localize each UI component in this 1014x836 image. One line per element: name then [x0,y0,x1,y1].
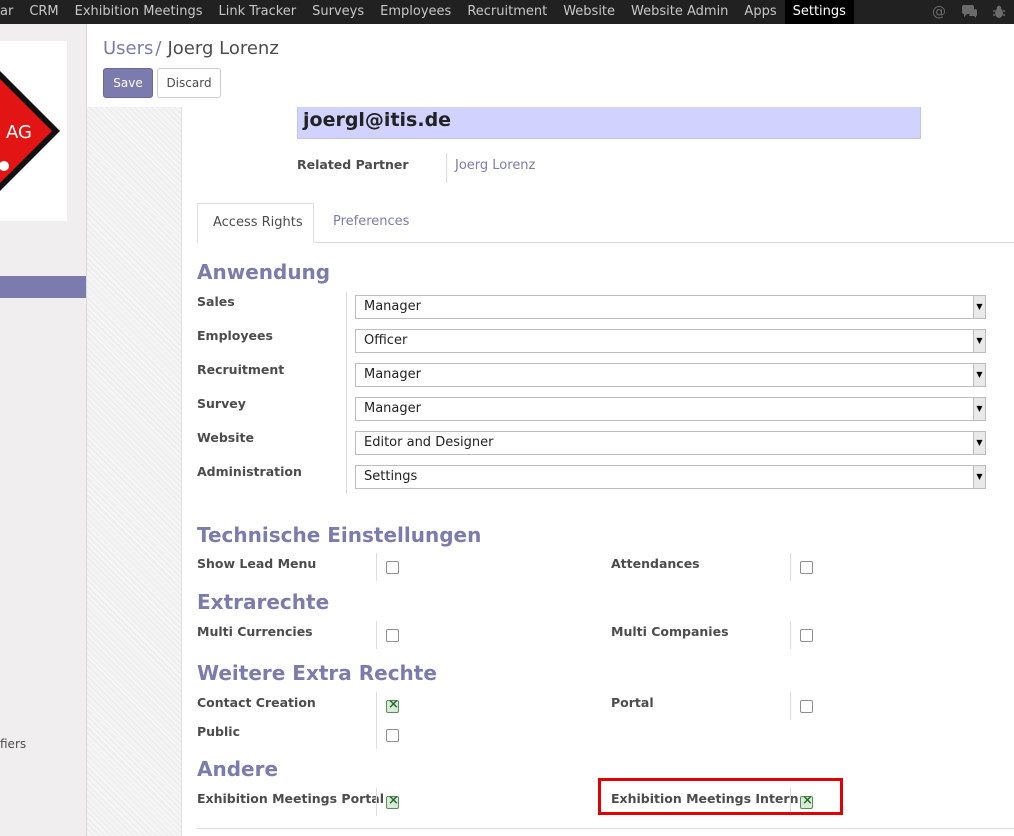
menu-item-employees[interactable]: Employees [372,0,459,24]
menu-item-exhibition-meetings[interactable]: Exhibition Meetings [67,0,211,24]
at-icon[interactable]: @ [924,0,954,24]
portal-checkbox[interactable] [800,700,813,713]
main-menu: ar CRM Exhibition Meetings Link Tracker … [0,0,854,24]
field-label-contact-creation: Contact Creation [197,695,316,710]
field-separator [376,788,377,816]
field-separator [446,153,447,183]
dropdown-arrow-icon: ▼ [973,364,985,386]
field-label-public: Public [197,724,240,739]
field-label-employees: Employees [197,328,273,343]
multi-companies-checkbox[interactable] [800,629,813,642]
related-partner-label: Related Partner [297,157,409,172]
top-navbar: ar CRM Exhibition Meetings Link Tracker … [0,0,1014,24]
administration-select-value: Settings [364,469,418,484]
breadcrumb-separator: / [155,38,162,59]
menu-item-website-admin[interactable]: Website Admin [623,0,736,24]
field-separator [376,621,377,649]
menu-item-surveys[interactable]: Surveys [304,0,372,24]
recruitment-select-value: Manager [364,367,421,382]
field-label-portal: Portal [611,695,654,710]
employees-select[interactable]: Officer ▼ [355,329,986,353]
show-lead-menu-checkbox[interactable] [386,561,399,574]
field-label-administration: Administration [197,464,302,479]
field-separator [376,553,377,581]
breadcrumb-users-link[interactable]: Users [103,38,153,59]
field-separator [790,553,791,581]
public-checkbox[interactable] [386,729,399,742]
field-label-survey: Survey [197,396,246,411]
dropdown-arrow-icon: ▼ [973,398,985,420]
field-separator [346,292,347,494]
breadcrumb-current: Joerg Lorenz [167,38,279,59]
website-select[interactable]: Editor and Designer ▼ [355,431,986,455]
discard-button[interactable]: Discard [157,68,221,98]
email-field[interactable]: joergl@itis.de [297,107,921,139]
group-heading-extrarechte: Extrarechte [197,590,330,614]
section-divider [197,828,1014,829]
menu-item-crm[interactable]: CRM [21,0,66,24]
sidebar-item-active[interactable] [0,276,86,298]
recruitment-select[interactable]: Manager ▼ [355,363,986,387]
field-label-exhibition-meetings-portal: Exhibition Meetings Portal [197,791,385,806]
group-heading-anwendung: Anwendung [197,260,331,284]
group-heading-andere: Andere [197,757,279,781]
menu-item-partial[interactable]: ar [0,0,21,24]
sales-select[interactable]: Manager ▼ [355,295,986,319]
dropdown-arrow-icon: ▼ [973,432,985,454]
menu-item-settings[interactable]: Settings [784,0,854,24]
employees-select-value: Officer [364,333,408,348]
bug-icon[interactable] [984,0,1014,24]
related-partner-link[interactable]: Joerg Lorenz [455,158,535,173]
survey-select[interactable]: Manager ▼ [355,397,986,421]
administration-select[interactable]: Settings ▼ [355,465,986,489]
menu-item-apps[interactable]: Apps [736,0,784,24]
annotation-highlight-box [598,778,843,815]
logo-text: AG [6,122,32,143]
field-label-multi-companies: Multi Companies [611,624,729,639]
field-separator [790,692,791,720]
field-label-multi-currencies: Multi Currencies [197,624,313,639]
sales-select-value: Manager [364,299,421,314]
sidebar-item-partial-text[interactable]: fiers [0,737,26,751]
field-separator [376,692,377,749]
survey-select-value: Manager [364,401,421,416]
dropdown-arrow-icon: ▼ [973,330,985,352]
tab-access-rights[interactable]: Access Rights [197,203,314,243]
field-label-attendances: Attendances [611,556,700,571]
chat-icon[interactable] [954,0,984,24]
field-label-sales: Sales [197,294,235,309]
save-button[interactable]: Save [103,68,153,98]
field-separator [790,621,791,649]
tab-preferences[interactable]: Preferences [318,203,424,243]
menu-item-recruitment[interactable]: Recruitment [459,0,555,24]
left-sidebar: AG fiers [0,24,87,836]
company-logo: AG [0,41,67,221]
group-heading-weitere-extra-rechte: Weitere Extra Rechte [197,661,437,685]
dropdown-arrow-icon: ▼ [973,296,985,318]
field-label-recruitment: Recruitment [197,362,285,377]
menu-item-website[interactable]: Website [555,0,623,24]
multi-currencies-checkbox[interactable] [386,629,399,642]
field-label-show-lead-menu: Show Lead Menu [197,556,317,571]
website-select-value: Editor and Designer [364,435,494,450]
dropdown-arrow-icon: ▼ [973,466,985,488]
systray: @ [924,0,1014,24]
attendances-checkbox[interactable] [800,561,813,574]
breadcrumb: Users / Joerg Lorenz [103,38,279,59]
field-label-website: Website [197,430,254,445]
exhibition-meetings-portal-checkbox[interactable] [386,793,399,809]
group-heading-technische-einstellungen: Technische Einstellungen [197,523,482,547]
menu-item-link-tracker[interactable]: Link Tracker [210,0,304,24]
contact-creation-checkbox[interactable] [386,697,399,713]
